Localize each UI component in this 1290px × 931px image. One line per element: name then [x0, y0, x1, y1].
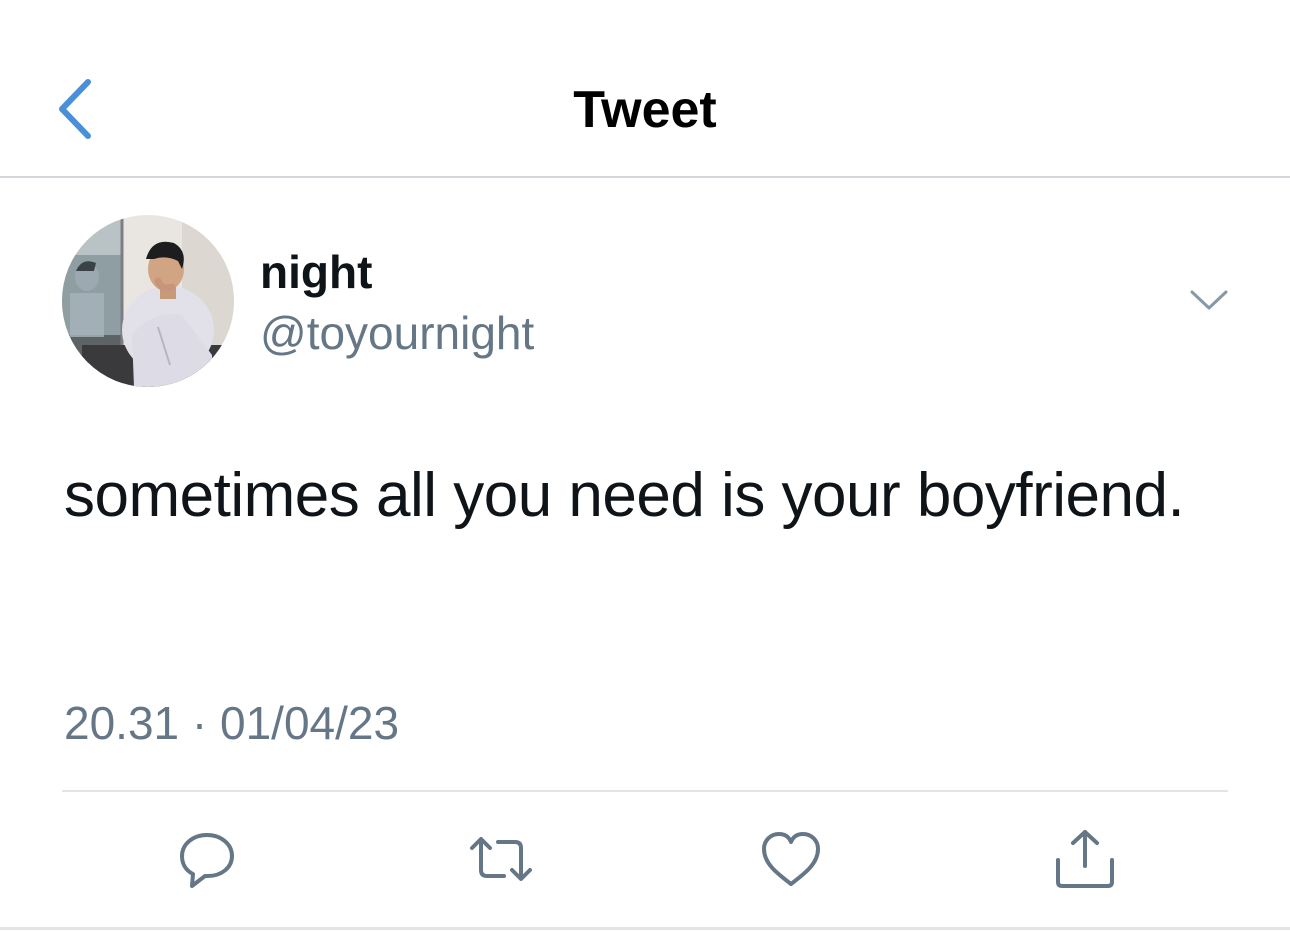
- reply-button[interactable]: [174, 826, 240, 892]
- author-display-name[interactable]: night: [260, 244, 372, 300]
- chevron-down-icon: [1190, 290, 1228, 310]
- more-options-button[interactable]: [1186, 282, 1232, 318]
- like-icon: [762, 832, 820, 886]
- profile-photo: [62, 215, 234, 387]
- bottom-divider: [0, 927, 1290, 930]
- reply-icon: [180, 833, 234, 888]
- tweet-text: sometimes all you need is your boyfriend…: [64, 461, 1185, 530]
- retweet-button[interactable]: [468, 826, 534, 892]
- avatar[interactable]: [62, 215, 234, 387]
- divider: [62, 790, 1228, 792]
- like-button[interactable]: [758, 826, 824, 892]
- retweet-icon: [470, 837, 532, 881]
- share-button[interactable]: [1052, 826, 1118, 892]
- share-icon: [1056, 830, 1114, 888]
- navigation-bar: Tweet: [0, 0, 1290, 178]
- author-handle[interactable]: @toyournight: [260, 305, 534, 361]
- page-title: Tweet: [573, 81, 717, 139]
- tweet-timestamp: 20.31 · 01/04/23: [64, 697, 400, 749]
